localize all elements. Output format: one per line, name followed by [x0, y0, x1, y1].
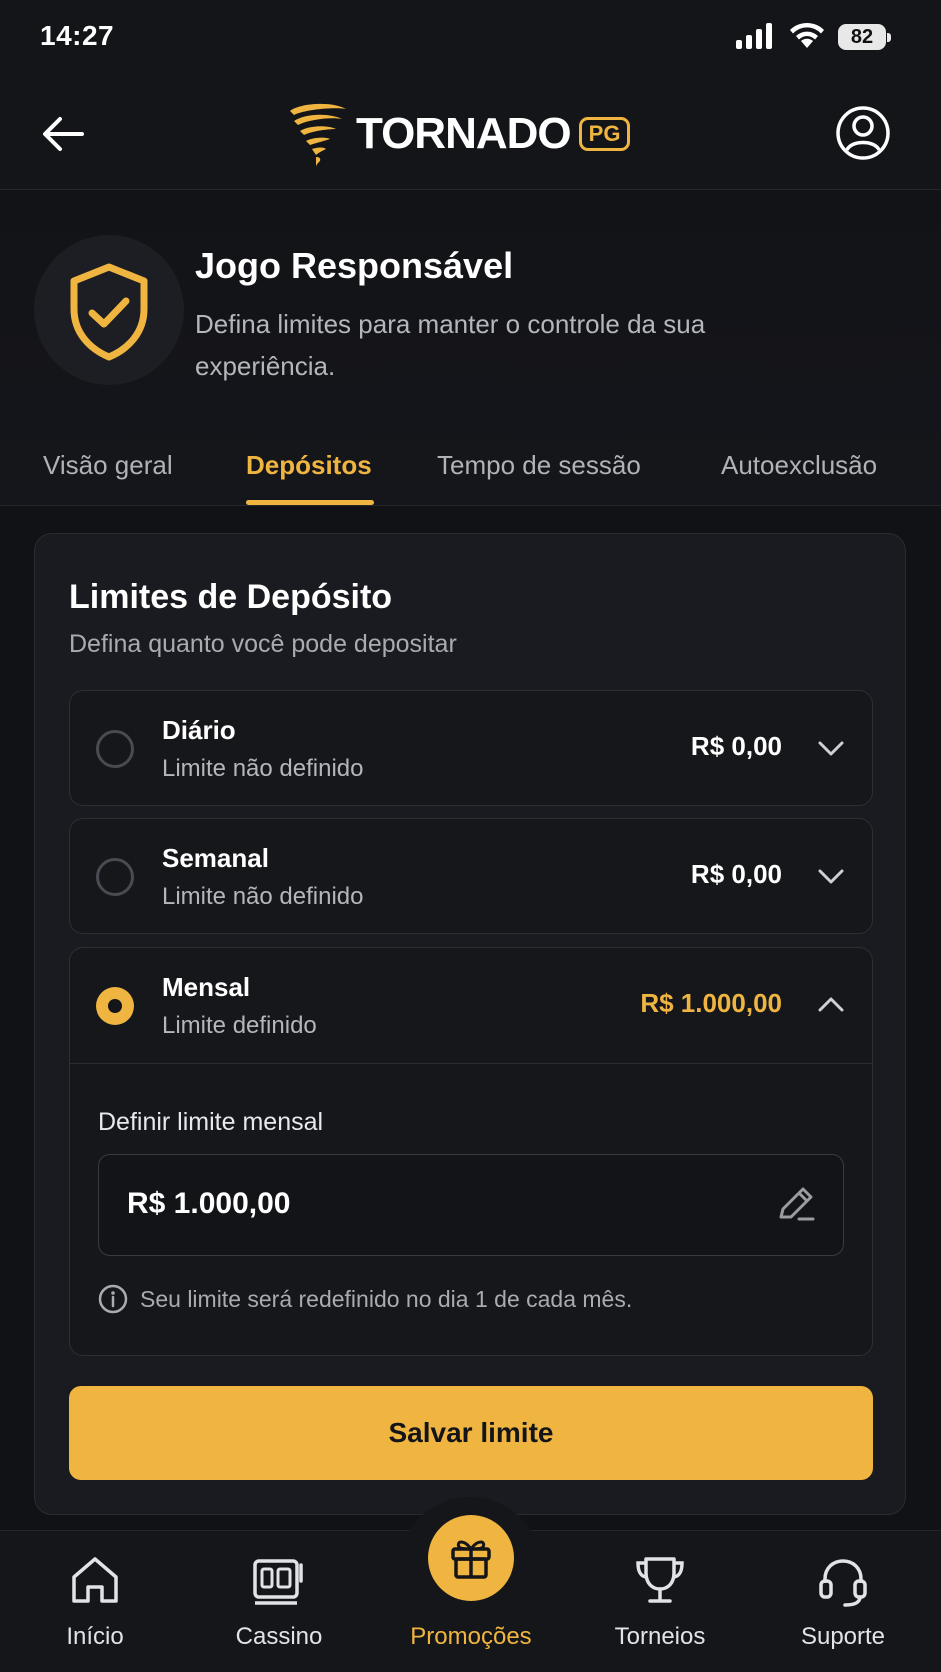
battery-level: 82	[850, 26, 874, 48]
tab-bar: Visão geral Depósitos Tempo de sessão Au…	[0, 440, 941, 506]
tab-visao-geral[interactable]: Visão geral	[43, 450, 173, 481]
trophy-icon	[636, 1557, 684, 1603]
tornado-icon	[290, 103, 346, 167]
chevron-down-icon[interactable]	[816, 733, 846, 763]
app-header: TORNADO PG	[0, 80, 941, 190]
back-arrow-icon[interactable]	[36, 106, 92, 162]
limit-option-mensal[interactable]: Mensal Limite definido R$ 1.000,00 Defin…	[69, 947, 873, 1356]
monthly-limit-input[interactable]: R$ 1.000,00	[98, 1154, 844, 1256]
active-tab-indicator	[246, 500, 374, 505]
tab-tempo-de-sessao[interactable]: Tempo de sessão	[437, 450, 641, 481]
radio-diario[interactable]	[96, 730, 134, 768]
info-row: Seu limite será redefinido no dia 1 de c…	[98, 1284, 632, 1314]
option-name: Mensal	[162, 972, 251, 1002]
nav-item-promocoes[interactable]: Promoções	[391, 1531, 551, 1672]
input-label: Definir limite mensal	[98, 1108, 324, 1136]
monthly-limit-value[interactable]: R$ 1.000,00	[127, 1187, 290, 1221]
option-status: Limite não definido	[162, 755, 364, 782]
nav-item-inicio[interactable]: Início	[15, 1531, 175, 1672]
option-amount: R$ 0,00	[690, 859, 782, 889]
card-title: Limites de Depósito	[69, 578, 393, 616]
nav-item-torneios[interactable]: Torneios	[580, 1531, 740, 1672]
chevron-up-icon[interactable]	[816, 990, 846, 1020]
radio-dot	[108, 999, 122, 1013]
profile-icon[interactable]	[834, 104, 892, 162]
status-bar: 14:27 82	[0, 0, 941, 80]
nav-label: Cassino	[235, 1623, 323, 1650]
option-status: Limite definido	[162, 1012, 317, 1039]
shield-badge	[34, 235, 184, 385]
logo-text: TORNADO	[356, 109, 572, 158]
nav-item-suporte[interactable]: Suporte	[763, 1531, 923, 1672]
logo-badge: PG	[578, 117, 631, 151]
card-subtitle: Defina quanto você pode depositar	[69, 630, 457, 658]
pencil-icon[interactable]	[775, 1183, 817, 1225]
chevron-down-icon[interactable]	[816, 861, 846, 891]
deposit-limits-card: Limites de Depósito Defina quanto você p…	[34, 533, 906, 1515]
slot-machine-icon	[253, 1559, 303, 1605]
tab-depositos[interactable]: Depósitos	[246, 450, 372, 481]
status-time: 14:27	[40, 20, 115, 51]
tab-autoexclusao[interactable]: Autoexclusão	[721, 450, 877, 481]
signal-icon	[736, 23, 772, 49]
logo: TORNADO PG	[286, 94, 631, 174]
nav-label: Promoções	[410, 1623, 532, 1650]
option-amount: R$ 1.000,00	[640, 988, 782, 1018]
nav-label: Suporte	[800, 1623, 886, 1650]
limit-option-semanal[interactable]: Semanal Limite não definido R$ 0,00	[69, 818, 873, 934]
battery-icon: 82	[838, 22, 892, 52]
option-name: Diário	[162, 715, 236, 745]
page-subtitle: Defina limites para manter o controle da…	[195, 309, 706, 381]
home-icon	[72, 1557, 118, 1603]
info-text: Seu limite será redefinido no dia 1 de c…	[140, 1285, 633, 1312]
option-name: Semanal	[162, 843, 269, 873]
option-status: Limite não definido	[162, 883, 364, 910]
nav-label: Início	[66, 1623, 124, 1650]
shield-check-icon	[70, 263, 148, 361]
info-icon	[98, 1284, 128, 1314]
divider	[70, 1063, 872, 1064]
radio-semanal[interactable]	[96, 858, 134, 896]
option-amount: R$ 0,00	[690, 731, 782, 761]
headset-icon	[819, 1559, 867, 1607]
nav-label: Torneios	[614, 1623, 706, 1650]
radio-mensal[interactable]	[96, 987, 134, 1025]
wifi-icon	[790, 22, 824, 48]
bottom-nav: Início Cassino Promoções Torneios Suport…	[0, 1497, 941, 1672]
nav-item-cassino[interactable]: Cassino	[199, 1531, 359, 1672]
limit-option-diario[interactable]: Diário Limite não definido R$ 0,00	[69, 690, 873, 806]
save-limit-button[interactable]: Salvar limite	[69, 1386, 873, 1480]
page-title: Jogo Responsável	[195, 245, 514, 286]
